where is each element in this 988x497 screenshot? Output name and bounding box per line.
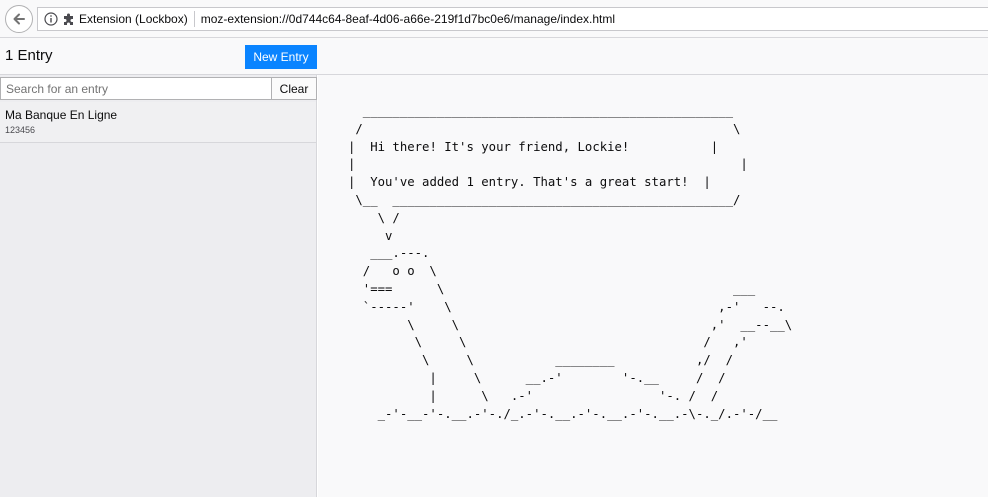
address-bar[interactable]: Extension (Lockbox) moz-extension://0d74… xyxy=(37,7,988,31)
lockie-dinosaur: | \__ __________________________________… xyxy=(355,175,793,421)
lockbox-app: 1 Entry New Entry Clear Ma Banque En Lig… xyxy=(0,38,988,497)
back-button[interactable] xyxy=(5,5,33,33)
new-entry-button[interactable]: New Entry xyxy=(245,45,317,69)
app-header: 1 Entry New Entry xyxy=(0,38,988,75)
lockie-ascii-art: ________________________________________… xyxy=(348,103,792,423)
search-input[interactable] xyxy=(0,77,272,100)
info-icon[interactable] xyxy=(44,12,58,26)
entry-title: Ma Banque En Ligne xyxy=(5,108,118,122)
address-divider xyxy=(193,11,195,27)
entry-username: 123456 xyxy=(5,125,36,135)
back-arrow-icon xyxy=(13,13,25,25)
main-panel: ________________________________________… xyxy=(318,75,988,497)
extension-identity-label[interactable]: Extension (Lockbox) xyxy=(79,12,188,26)
url-text[interactable]: moz-extension://0d744c64-8eaf-4d06-a66e-… xyxy=(201,12,615,26)
puzzle-icon xyxy=(62,12,76,26)
lockie-greeting: Hi there! It's your friend, Lockie! xyxy=(370,139,630,154)
browser-toolbar: Extension (Lockbox) moz-extension://0d74… xyxy=(0,0,988,38)
clear-button[interactable]: Clear xyxy=(271,77,317,100)
lockie-message: You've added 1 entry. That's a great sta… xyxy=(370,175,689,190)
search-bar: Clear xyxy=(0,77,317,100)
entry-count: 1 Entry xyxy=(5,47,53,64)
sidebar: Clear Ma Banque En Ligne 123456 xyxy=(0,75,317,497)
entry-list-item[interactable]: Ma Banque En Ligne 123456 xyxy=(0,102,316,143)
